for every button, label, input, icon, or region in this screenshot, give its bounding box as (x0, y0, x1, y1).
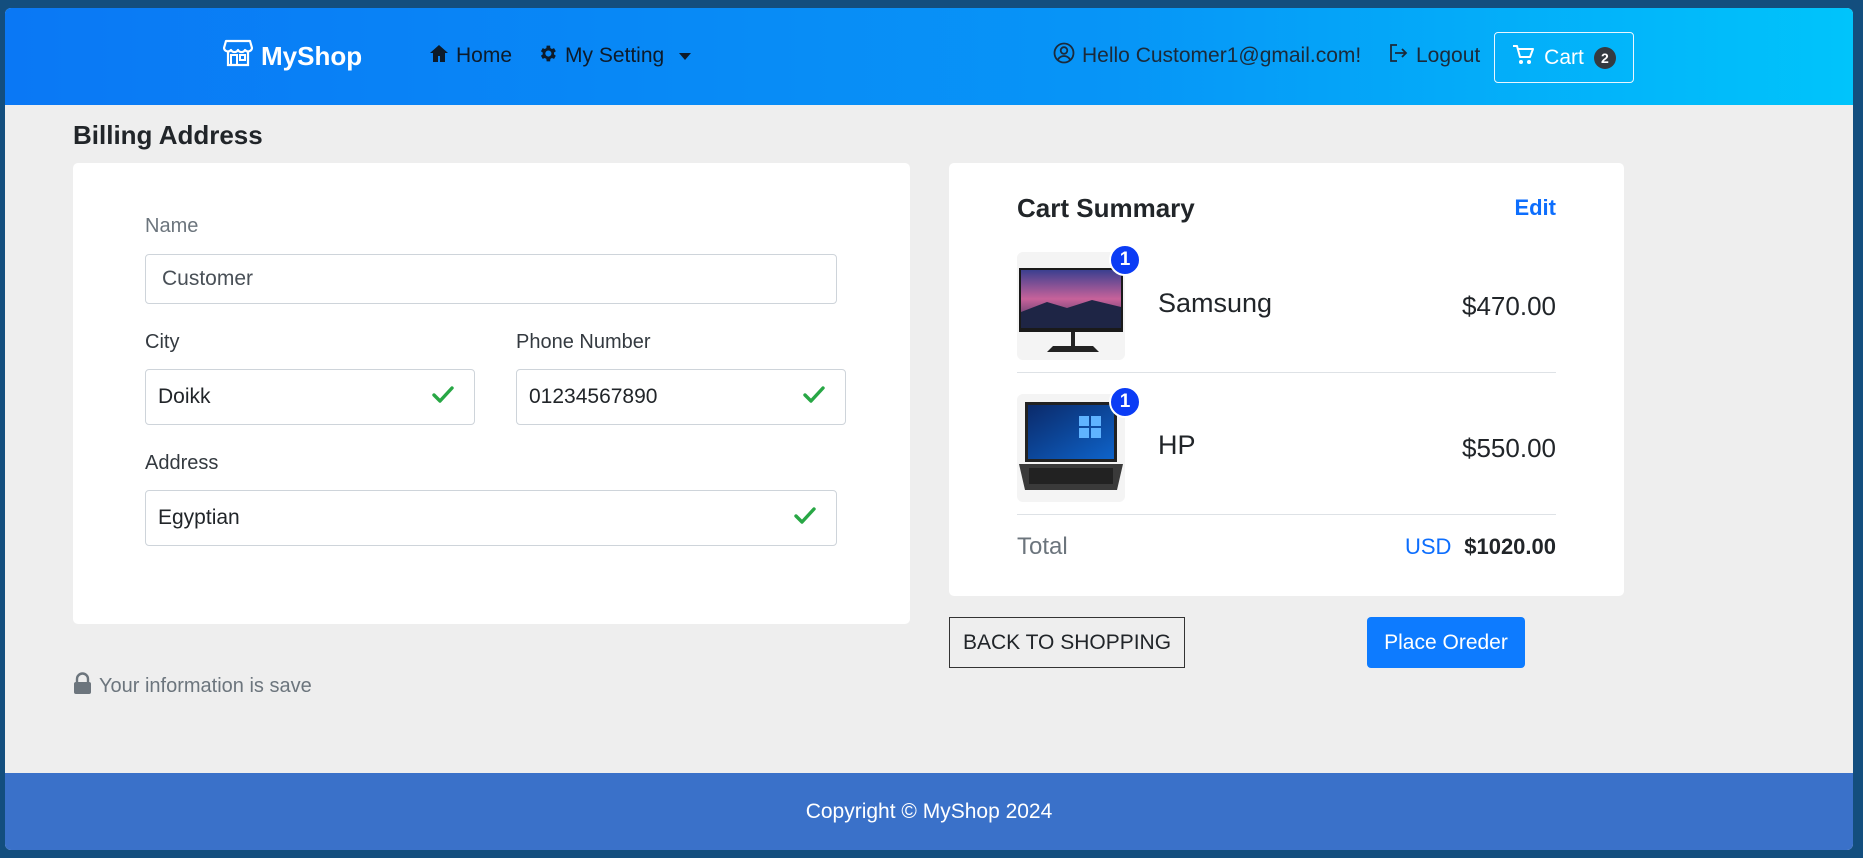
qty-badge: 1 (1109, 244, 1141, 276)
valid-check-icon (794, 506, 816, 530)
valid-check-icon (803, 385, 825, 409)
phone-value: 01234567890 (529, 385, 658, 408)
name-placeholder: Customer (162, 267, 254, 290)
secure-note-text: Your information is save (99, 674, 312, 697)
cart-label: Cart (1544, 45, 1584, 69)
cart-button[interactable]: Cart 2 (1494, 32, 1634, 83)
total-value: $1020.00 (1464, 534, 1556, 559)
user-circle-icon (1053, 42, 1075, 70)
address-input[interactable]: Egyptian (145, 490, 837, 546)
chevron-down-icon (679, 52, 692, 60)
copyright-text: Copyright © MyShop 2024 (805, 799, 1053, 823)
qty-badge: 1 (1109, 386, 1141, 418)
item-price: $550.00 (1462, 433, 1556, 463)
name-input[interactable]: Customer (145, 254, 837, 304)
billing-title: Billing Address (73, 120, 263, 150)
divider (1017, 372, 1556, 373)
city-value: Doikk (158, 385, 211, 408)
greeting-text: Hello Customer1@gmail.com! (1082, 44, 1362, 67)
total-label: Total (1017, 533, 1068, 560)
edit-cart-link[interactable]: Edit (1514, 195, 1556, 221)
product-image-hp (1017, 394, 1125, 502)
cart-icon (1512, 44, 1535, 71)
nav-my-setting-dropdown[interactable]: My Setting (537, 38, 692, 74)
item-price: $470.00 (1462, 291, 1556, 321)
lock-icon (73, 672, 92, 700)
city-input[interactable]: Doikk (145, 369, 475, 425)
item-name: HP (1158, 430, 1196, 460)
address-value: Egyptian (158, 506, 240, 529)
city-label: City (145, 331, 180, 353)
user-greeting[interactable]: Hello Customer1@gmail.com! (1053, 38, 1361, 74)
phone-input[interactable]: 01234567890 (516, 369, 846, 425)
logout-icon (1389, 44, 1409, 68)
top-navbar: MyShop Home My Setting Hello Customer1@g… (5, 8, 1853, 105)
footer: Copyright © MyShop 2024 (5, 773, 1853, 850)
back-to-shopping-button[interactable]: BACK TO SHOPPING (949, 617, 1185, 668)
cart-summary: Cart Summary Edit 1 Samsung $470.00 1 HP… (949, 163, 1624, 596)
valid-check-icon (432, 385, 454, 409)
address-label: Address (145, 452, 219, 474)
phone-label: Phone Number (516, 331, 651, 353)
app-window: MyShop Home My Setting Hello Customer1@g… (5, 8, 1853, 850)
total-currency: USD (1405, 534, 1452, 559)
place-order-button[interactable]: Place Oreder (1367, 617, 1525, 668)
nav-setting-label: My Setting (565, 44, 665, 67)
name-label: Name (145, 215, 199, 237)
brand-name: MyShop (261, 40, 363, 71)
logout-link[interactable]: Logout (1389, 38, 1480, 74)
home-icon (429, 44, 449, 69)
cart-count-badge: 2 (1593, 46, 1616, 69)
shop-icon (222, 39, 254, 74)
billing-form: Name Customer City Doikk Phone Number 01… (73, 163, 910, 624)
item-name: Samsung (1158, 288, 1273, 318)
gear-icon (537, 43, 558, 70)
product-image-samsung (1017, 252, 1125, 360)
divider (1017, 514, 1556, 515)
brand-link[interactable]: MyShop (222, 38, 363, 74)
nav-home[interactable]: Home (429, 38, 512, 74)
secure-note: Your information is save (73, 672, 312, 700)
nav-home-label: Home (456, 44, 513, 67)
logout-label: Logout (1416, 44, 1481, 67)
cart-summary-title: Cart Summary (1017, 193, 1195, 223)
